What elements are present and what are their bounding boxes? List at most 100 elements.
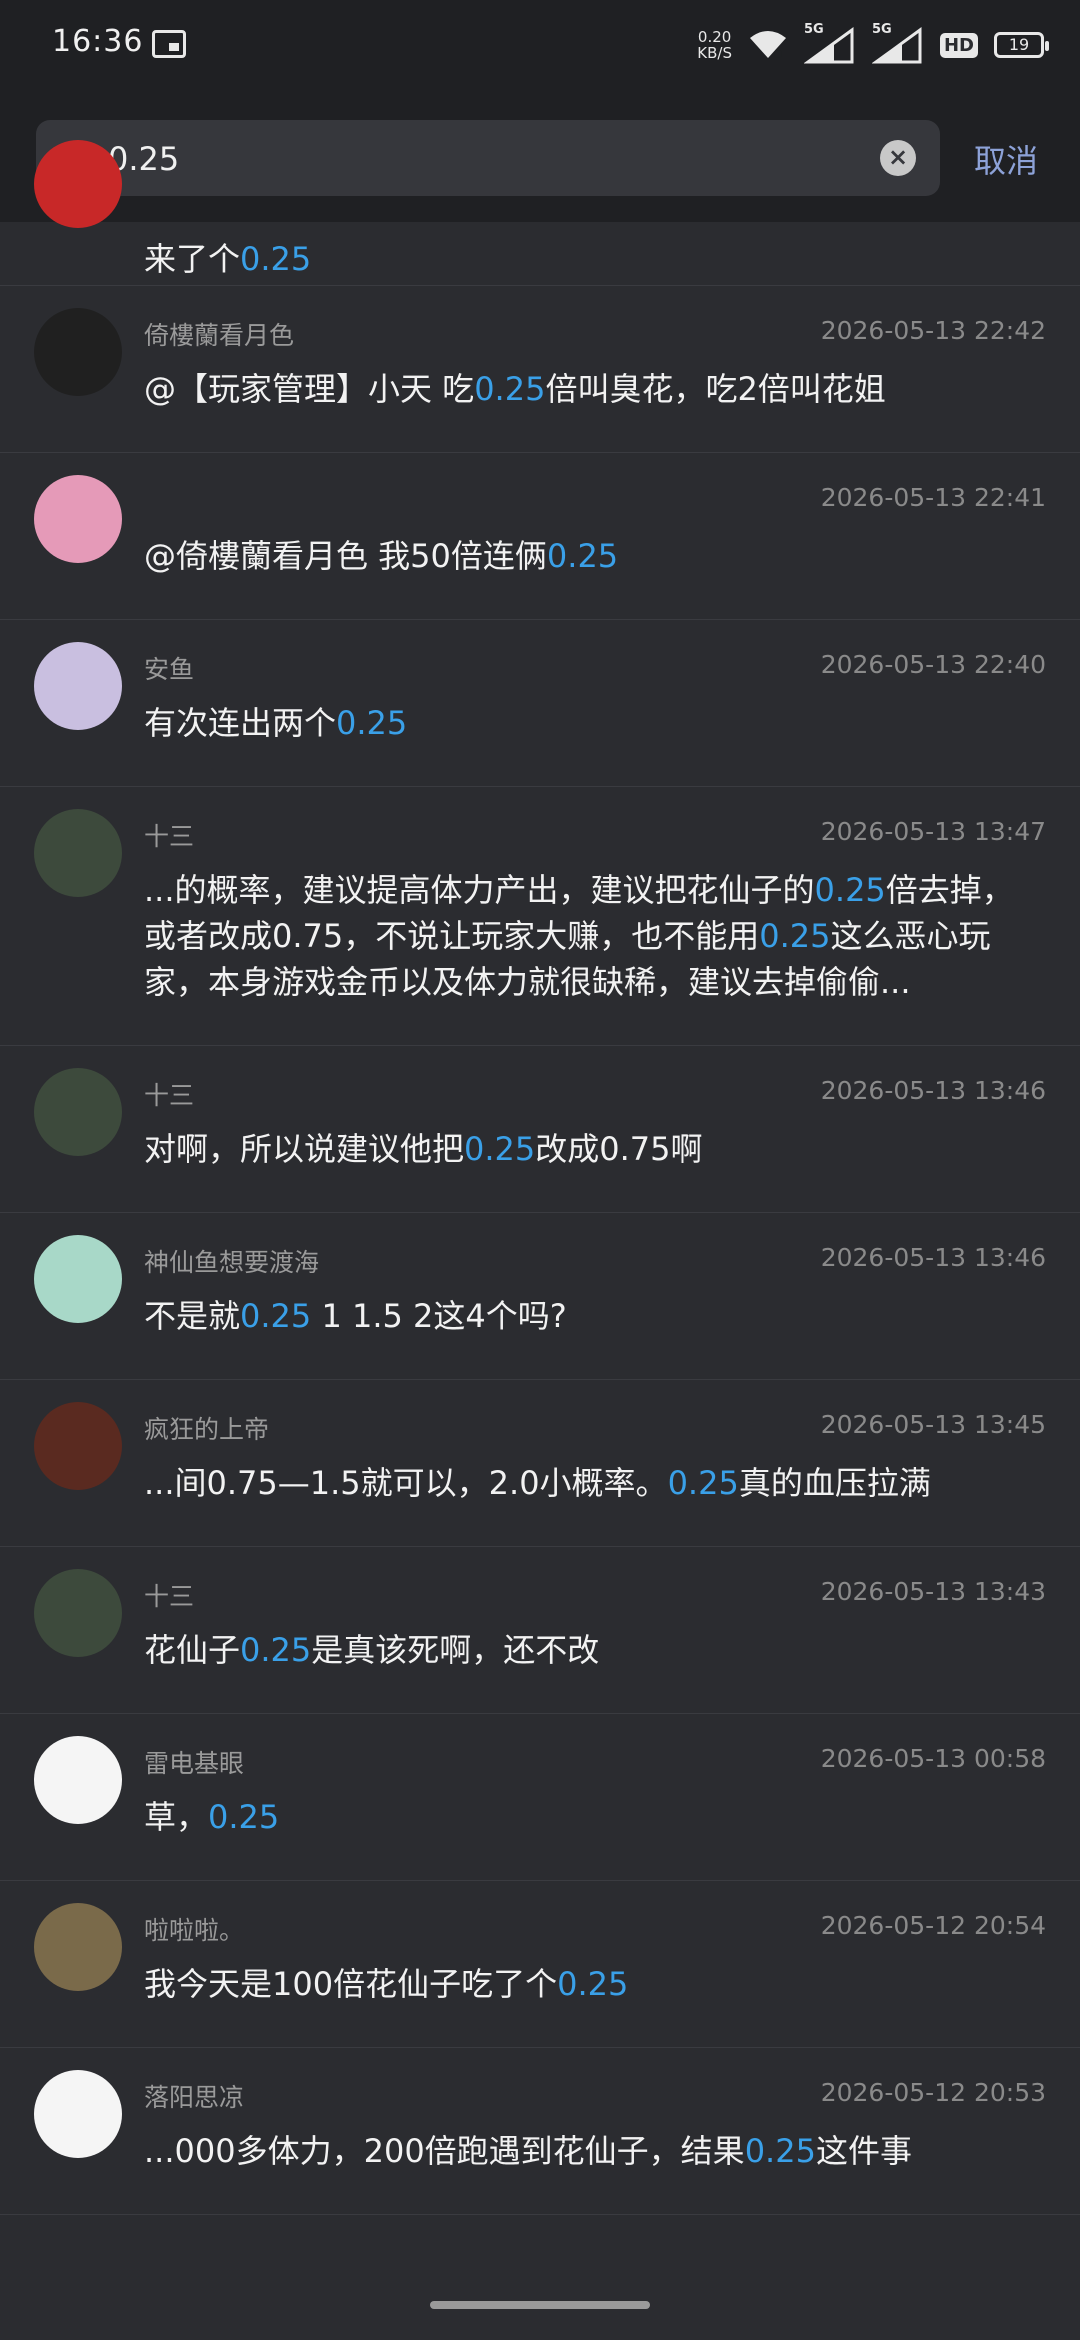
author-name[interactable]: 疯狂的上帝 <box>144 1410 269 1446</box>
result-content: @倚樓蘭看月色 我50倍连俩0.25 <box>144 533 1044 579</box>
post-date: 2026-05-13 22:40 <box>820 650 1046 679</box>
post-date: 2026-05-13 22:42 <box>820 316 1046 345</box>
post-date: 2026-05-12 20:53 <box>820 2078 1046 2107</box>
clear-search-icon[interactable]: × <box>880 140 916 176</box>
avatar[interactable] <box>34 809 122 897</box>
result-row[interactable]: 2026-05-13 22:41 @倚樓蘭看月色 我50倍连俩0.25 <box>0 453 1080 620</box>
result-row[interactable]: 疯狂的上帝 2026-05-13 13:45 ...间0.75—1.5就可以，2.0… <box>0 1380 1080 1547</box>
highlight-match: 0.25 <box>814 871 886 909</box>
result-content: 不是就0.25 1 1.5 2这4个吗? <box>144 1293 1044 1339</box>
highlight-match: 0.25 <box>667 1464 739 1502</box>
search-results-list: 来了个0.25 倚樓蘭看月色 2026-05-13 22:42 @【玩家管理】小天 吃… <box>0 140 1080 2215</box>
battery-icon: 19 <box>994 32 1049 58</box>
post-date: 2026-05-13 13:45 <box>820 1410 1046 1439</box>
result-content: 草，0.25 <box>144 1794 1044 1840</box>
net-speed-unit: KB/S <box>697 44 732 62</box>
post-date: 2026-05-13 13:46 <box>820 1243 1046 1272</box>
post-date: 2026-05-13 13:46 <box>820 1076 1046 1105</box>
result-content: 来了个0.25 <box>144 236 1044 282</box>
avatar[interactable] <box>34 308 122 396</box>
post-date: 2026-05-13 00:58 <box>820 1744 1046 1773</box>
avatar[interactable] <box>34 642 122 730</box>
highlight-match: 0.25 <box>240 1297 312 1335</box>
author-name[interactable]: 十三 <box>144 817 194 853</box>
cancel-button[interactable]: 取消 <box>974 136 1038 182</box>
author-name[interactable]: 倚樓蘭看月色 <box>144 316 294 352</box>
status-time: 16:36 <box>52 24 144 59</box>
highlight-match: 0.25 <box>744 2132 816 2170</box>
sim1-label: 5G <box>803 22 824 37</box>
content-text: 真的血压拉满 <box>738 1464 931 1502</box>
result-row[interactable]: 十三 2026-05-13 13:43 花仙子0.25是真该死啊，还不改 <box>0 1547 1080 1714</box>
result-row[interactable]: 啦啦啦。 2026-05-12 20:54 我今天是100倍花仙子吃了个0.25 <box>0 1881 1080 2048</box>
content-text: 草， <box>144 1798 209 1836</box>
search-box[interactable]: × <box>36 120 940 196</box>
result-row[interactable]: 来了个0.25 <box>0 140 1080 286</box>
content-text: 花仙子 <box>144 1631 241 1669</box>
author-name[interactable]: 落阳思凉 <box>144 2078 244 2114</box>
notification-icon <box>152 30 186 58</box>
highlight-match: 0.25 <box>557 1965 629 2003</box>
content-text: 改成0.75啊 <box>535 1130 703 1168</box>
avatar[interactable] <box>34 1068 122 1156</box>
post-date: 2026-05-13 13:47 <box>820 817 1046 846</box>
author-name[interactable]: 十三 <box>144 1076 194 1112</box>
content-text: ...000多体力，200倍跑遇到花仙子，结果 <box>144 2132 745 2170</box>
result-row[interactable]: 十三 2026-05-13 13:46 对啊，所以说建议他把0.25改成0.75啊 <box>0 1046 1080 1213</box>
net-speed: 0.20 KB/S <box>697 29 732 61</box>
result-content: ...000多体力，200倍跑遇到花仙子，结果0.25这件事 <box>144 2128 1044 2174</box>
result-content: ...的概率，建议提高体力产出，建议把花仙子的0.25倍去掉，或者改成0.75，… <box>144 867 1044 1005</box>
result-content: @【玩家管理】小天 吃0.25倍叫臭花，吃2倍叫花姐 <box>144 366 1044 412</box>
content-text: 来了个 <box>144 240 241 278</box>
avatar[interactable] <box>34 1569 122 1657</box>
result-row[interactable]: 安鱼 2026-05-13 22:40 有次连出两个0.25 <box>0 620 1080 787</box>
signal-sim2-icon: 5G <box>871 22 924 64</box>
result-content: ...间0.75—1.5就可以，2.0小概率。0.25真的血压拉满 <box>144 1460 1044 1506</box>
content-text: @【玩家管理】小天 吃 <box>144 370 475 408</box>
author-name[interactable]: 啦啦啦。 <box>144 1911 244 1947</box>
highlight-match: 0.25 <box>240 240 312 278</box>
result-content: 有次连出两个0.25 <box>144 700 1044 746</box>
content-text: 倍叫臭花，吃2倍叫花姐 <box>545 370 886 408</box>
avatar[interactable] <box>34 475 122 563</box>
avatar[interactable] <box>34 140 122 228</box>
result-content: 花仙子0.25是真该死啊，还不改 <box>144 1627 1044 1673</box>
signal-sim1-icon: 5G <box>803 22 856 64</box>
highlight-match: 0.25 <box>464 1130 536 1168</box>
content-text: ...的概率，建议提高体力产出，建议把花仙子的 <box>144 871 815 909</box>
result-row[interactable]: 神仙鱼想要渡海 2026-05-13 13:46 不是就0.25 1 1.5 2这4… <box>0 1213 1080 1380</box>
avatar[interactable] <box>34 1402 122 1490</box>
result-row[interactable]: 倚樓蘭看月色 2026-05-13 22:42 @【玩家管理】小天 吃0.25倍叫臭… <box>0 286 1080 453</box>
avatar[interactable] <box>34 1736 122 1824</box>
content-text: ...间0.75—1.5就可以，2.0小概率。 <box>144 1464 668 1502</box>
content-text: 是真该死啊，还不改 <box>311 1631 600 1669</box>
avatar[interactable] <box>34 2070 122 2158</box>
result-row[interactable]: 雷电基眼 2026-05-13 00:58 草，0.25 <box>0 1714 1080 1881</box>
search-header: × 取消 <box>0 92 1080 222</box>
content-text: 不是就 <box>144 1297 241 1335</box>
author-name[interactable]: 雷电基眼 <box>144 1744 244 1780</box>
sim2-label: 5G <box>871 22 892 37</box>
author-name[interactable]: 神仙鱼想要渡海 <box>144 1243 319 1279</box>
highlight-match: 0.25 <box>474 370 546 408</box>
status-icons: 0.20 KB/S 5G 5G HD 19 <box>697 22 1049 68</box>
author-name[interactable]: 十三 <box>144 1577 194 1613</box>
content-text: 有次连出两个 <box>144 704 337 742</box>
result-content: 我今天是100倍花仙子吃了个0.25 <box>144 1961 1044 2007</box>
search-input[interactable] <box>106 132 870 186</box>
avatar[interactable] <box>34 1235 122 1323</box>
avatar[interactable] <box>34 1903 122 1991</box>
home-indicator[interactable] <box>430 2301 650 2309</box>
highlight-match: 0.25 <box>240 1631 312 1669</box>
result-row[interactable]: 十三 2026-05-13 13:47 ...的概率，建议提高体力产出，建议把花仙子… <box>0 787 1080 1046</box>
highlight-match: 0.25 <box>759 917 831 955</box>
status-bar: 16:36 0.20 KB/S 5G 5G HD 19 <box>0 0 1080 92</box>
net-speed-value: 0.20 <box>697 28 732 46</box>
highlight-match: 0.25 <box>208 1798 280 1836</box>
author-name[interactable]: 安鱼 <box>144 650 194 686</box>
highlight-match: 0.25 <box>546 537 619 575</box>
content-text: 对啊，所以说建议他把 <box>144 1130 465 1168</box>
content-text: 1 1.5 2这4个吗? <box>311 1297 567 1335</box>
hd-icon: HD <box>939 32 978 58</box>
result-row[interactable]: 落阳思凉 2026-05-12 20:53 ...000多体力，200倍跑遇到花仙子… <box>0 2048 1080 2215</box>
